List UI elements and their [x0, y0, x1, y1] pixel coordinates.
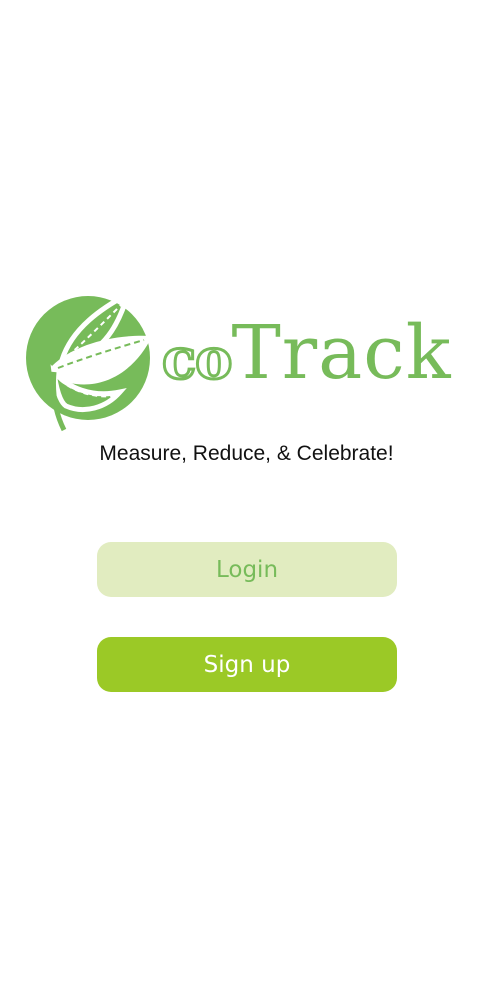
tagline: Measure, Reduce, & Celebrate! [99, 442, 394, 465]
ecotrack-logo: co Track [24, 288, 484, 438]
signup-button[interactable]: Sign up [97, 637, 397, 692]
logo-wordmark: co Track [160, 310, 452, 396]
logo-text-co: co [160, 325, 233, 394]
logo-text-track: Track [231, 310, 452, 396]
leaf-emblem-icon [26, 288, 152, 432]
login-button[interactable]: Login [97, 542, 397, 597]
